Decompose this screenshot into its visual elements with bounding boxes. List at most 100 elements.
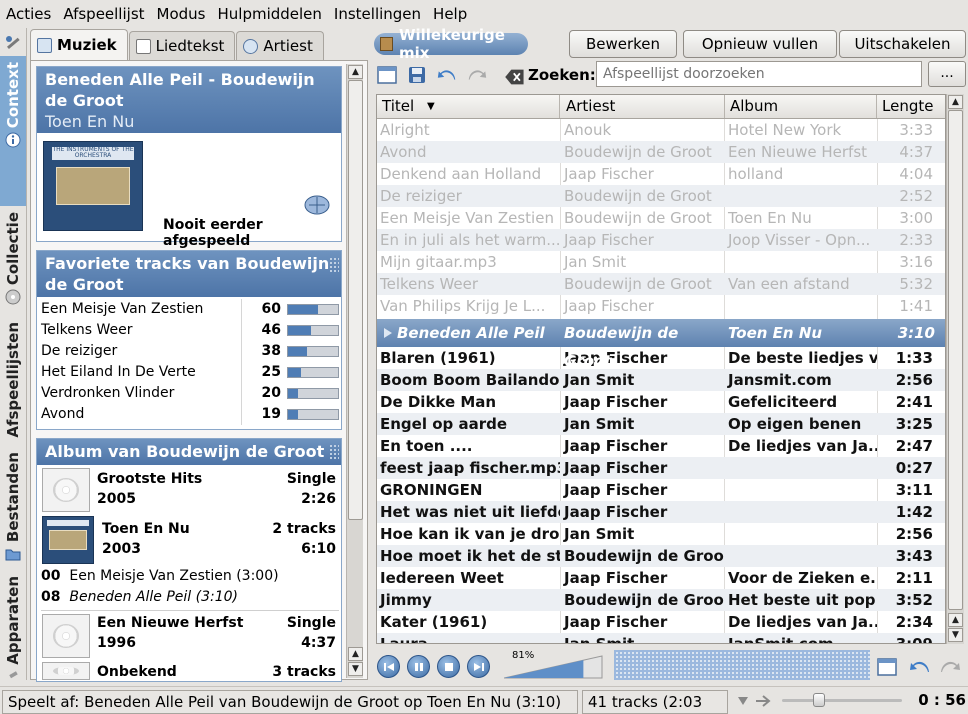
cell-title: Het was niet uit liefde: [380, 503, 560, 521]
column-header-length[interactable]: Lengte: [877, 95, 945, 118]
tab-muziek[interactable]: Muziek: [30, 29, 128, 60]
playlist-row[interactable]: Kater (1961) Jaap Fischer De liedjes van J…: [377, 611, 945, 633]
playlist-row[interactable]: Het was niet uit liefde Jaap Fischer 1:42: [377, 501, 945, 523]
tab-liedtekst[interactable]: Liedtekst: [128, 31, 236, 60]
cell-length: 3:25: [895, 415, 933, 433]
menu-modus[interactable]: Modus: [153, 0, 214, 28]
playlist-row[interactable]: Avond Boudewijn de Groot Een Nieuwe Herfst…: [377, 141, 945, 163]
cell-artist: Jan Smit: [564, 415, 635, 433]
scroll-thumb[interactable]: [348, 80, 363, 520]
pause-button[interactable]: [407, 655, 430, 678]
previous-button[interactable]: [377, 655, 400, 678]
column-header-artist[interactable]: Artiest: [561, 95, 725, 118]
clear-search-icon[interactable]: [504, 66, 526, 88]
playlist-row[interactable]: Alright Anouk Hotel New York 3:33: [377, 119, 945, 141]
refill-button[interactable]: Opnieuw vullen: [683, 30, 837, 58]
scroll-up-arrow[interactable]: ▲: [348, 65, 363, 79]
playlist-row[interactable]: Iedereen Weet Jaap Fischer Voor de Zieken …: [377, 567, 945, 589]
context-scrollbar[interactable]: ▲ ▲ ▼: [346, 64, 363, 678]
playlist-row[interactable]: Engel op aarde Jan Smit Op eigen benen 3:25: [377, 413, 945, 435]
volume-slider[interactable]: 81%: [503, 650, 604, 680]
album-track-row[interactable]: 08 Beneden Alle Peil (3:10): [41, 589, 238, 605]
edit-button[interactable]: Bewerken: [569, 30, 677, 58]
playlist-row[interactable]: Mijn gitaar.mp3 Jan Smit 3:16: [377, 251, 945, 273]
album-name[interactable]: Onbekend: [97, 664, 177, 680]
favorite-track-row[interactable]: Avond 19: [41, 404, 339, 425]
tools-button[interactable]: [0, 30, 26, 56]
scroll-up-arrow[interactable]: ▲: [948, 613, 963, 627]
favorite-track-row[interactable]: Telkens Weer 46: [41, 320, 339, 341]
playlist-row[interactable]: GRONINGEN Jaap Fischer 3:11: [377, 479, 945, 501]
album-name[interactable]: Een Nieuwe Herfst: [97, 615, 243, 631]
playlist-row[interactable]: Telkens Weer Boudewijn de Groot Van een af…: [377, 273, 945, 295]
playlist-row[interactable]: Laura Jan Smit JanSmit.com 3:09: [377, 633, 945, 643]
scroll-down-arrow[interactable]: ▼: [948, 628, 963, 642]
seek-slider[interactable]: [782, 690, 902, 710]
favorite-track-row[interactable]: Verdronken Vlinder 20: [41, 383, 339, 404]
undo-icon[interactable]: [908, 656, 932, 678]
clear-playlist-icon[interactable]: [376, 64, 398, 86]
playlist-window-icon[interactable]: [876, 656, 898, 678]
tab-artiest[interactable]: Artiest: [236, 31, 324, 60]
save-icon[interactable]: [406, 64, 428, 86]
playlist-row[interactable]: feest jaap fischer.mp3 Jaap Fischer 0:27: [377, 457, 945, 479]
disable-button[interactable]: Uitschakelen: [839, 30, 966, 58]
sidebar-tab-afspeellijsten[interactable]: Afspeellijsten: [0, 316, 26, 446]
queue-arrows-icon[interactable]: [736, 693, 776, 709]
sidebar-tab-context[interactable]: Context: [0, 56, 26, 206]
album-name[interactable]: Toen En Nu: [102, 521, 190, 537]
favorite-track-row[interactable]: Het Eiland In De Verte 25: [41, 362, 339, 383]
next-button[interactable]: [467, 655, 490, 678]
sidebar-tab-collectie[interactable]: Collectie: [0, 206, 26, 316]
menu-help[interactable]: Help: [429, 0, 475, 28]
favorite-track-score: 19: [241, 404, 281, 425]
playlist-scrollbar[interactable]: ▲ ▲ ▼: [946, 94, 964, 644]
album-cover[interactable]: THE INSTRUMENTS OF THE ORCHESTRA: [43, 141, 143, 231]
sidebar-tab-apparaten[interactable]: Apparaten: [0, 570, 26, 680]
redo-icon[interactable]: [466, 64, 488, 86]
scroll-down-arrow[interactable]: ▼: [348, 662, 363, 676]
album-track-row[interactable]: 00 Een Meisje Van Zestien (3:00): [41, 568, 279, 584]
album-cover[interactable]: [42, 516, 94, 564]
album-name[interactable]: Grootste Hits: [97, 471, 202, 487]
menu-hulpmiddelen[interactable]: Hulpmiddelen: [213, 0, 329, 28]
scroll-up-arrow[interactable]: ▲: [948, 95, 963, 109]
tab-label: Muziek: [57, 36, 117, 54]
track-name: Beneden Alle Peil (3:10): [69, 589, 238, 605]
playlist-row[interactable]: De reiziger Boudewijn de Groot 2:52: [377, 185, 945, 207]
cell-length: 3:33: [899, 121, 933, 139]
drag-grip[interactable]: [329, 257, 339, 273]
playlist-row[interactable]: Een Meisje Van Zestien Boudewijn de Groot…: [377, 207, 945, 229]
menu-instellingen[interactable]: Instellingen: [330, 0, 429, 28]
drag-grip[interactable]: [329, 444, 339, 460]
current-track-row[interactable]: Beneden Alle Peil Boudewijn de Groot Toe…: [377, 319, 945, 370]
albums-header: Album van Boudewijn de Groot: [37, 439, 341, 465]
menu-acties[interactable]: Acties: [2, 0, 59, 28]
redo-icon[interactable]: [938, 656, 962, 678]
column-header-title[interactable]: Titel ▼: [377, 95, 560, 118]
seek-handle[interactable]: [813, 693, 826, 707]
scroll-up-arrow[interactable]: ▲: [348, 647, 363, 661]
stop-button[interactable]: [437, 655, 460, 678]
playlist-row[interactable]: Van Philips Krijg Je L... Jaap Fischer 1:4…: [377, 295, 945, 317]
playlist-row[interactable]: En in juli als het warm... Jaap Fischer Jo…: [377, 229, 945, 251]
playlist-row[interactable]: Hoe kan ik van je dro... Jan Smit 2:56: [377, 523, 945, 545]
menu-afspeellijst[interactable]: Afspeellijst: [59, 0, 152, 28]
playlist-row[interactable]: De Dikke Man Jaap Fischer Gefeliciteerd 2:4…: [377, 391, 945, 413]
scroll-thumb[interactable]: [948, 110, 963, 610]
playlist-row[interactable]: Hoe moet ik het de st... Boudewijn de Gro…: [377, 545, 945, 567]
search-options-button[interactable]: ...: [928, 61, 966, 87]
favorite-track-row[interactable]: De reiziger 38: [41, 341, 339, 362]
cell-artist: Boudewijn de Groot: [564, 275, 712, 293]
dynamic-mode-badge[interactable]: Willekeurige mix: [374, 26, 528, 62]
playlist[interactable]: Titel ▼ Artiest Album Lengte Alright Anou…: [376, 94, 946, 644]
playlist-row[interactable]: En toen .... Jaap Fischer De liedjes van J…: [377, 435, 945, 457]
sidebar-tab-bestanden[interactable]: Bestanden: [0, 446, 26, 570]
current-track-title: Beneden Alle Peil: [397, 324, 545, 342]
playlist-search-input[interactable]: [596, 61, 922, 87]
playlist-row[interactable]: Denkend aan Holland Jaap Fischer holland 4:…: [377, 163, 945, 185]
column-header-album[interactable]: Album: [725, 95, 877, 118]
undo-icon[interactable]: [436, 64, 458, 86]
playlist-row[interactable]: Jimmy Boudewijn de Groot Het beste uit pop…: [377, 589, 945, 611]
favorite-track-row[interactable]: Een Meisje Van Zestien 60: [41, 299, 339, 320]
